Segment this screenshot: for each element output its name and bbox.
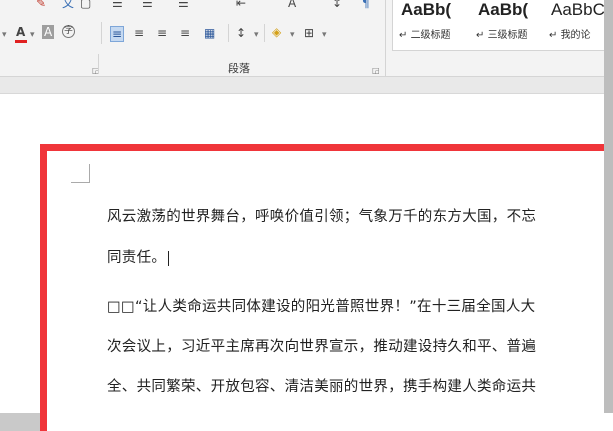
align-left-icon[interactable]: ≡ [110,26,125,42]
divider [264,24,265,42]
bullets-icon[interactable]: ☰ [112,0,123,10]
style-name: ↵ 二级标题 [399,30,451,41]
font-color-icon[interactable]: A [16,25,25,39]
ribbon: ✎ 文 ▢ ☰ ☰ ☰ ⇤ A ↕ ¶ ▾ A ▾ A 字 ≡ ≡ ≡ ≡ ▦ … [0,0,605,77]
style-name: ↵ 我的论 [549,30,591,41]
document-canvas[interactable]: 风云激荡的世界舞台，呼唤价值引领；气象万千的东方大国，不忘 同责任。 □□“让人… [0,94,613,431]
decrease-indent-icon[interactable]: ⇤ [236,0,246,10]
border-char-icon[interactable]: ▢ [80,0,91,10]
ruler [0,77,604,94]
show-marks-icon[interactable]: ¶ [362,0,370,10]
text-cursor [168,250,170,266]
document-line[interactable]: 次会议上，习近平主席再次向世界宣示，推动建设持久和平、普遍 [107,335,536,356]
margin-corner-mark [71,164,90,183]
chevron-down-icon[interactable]: ▾ [322,28,327,42]
styles-gallery: AaBb( ↵ 二级标题 AaBb( ↵ 三级标题 AaBbC ↵ 我的论 [392,0,605,51]
pinyin-guide-icon[interactable]: 文 [62,0,74,10]
style-preview: AaBb( [401,0,452,19]
style-item-my-thesis[interactable]: AaBbC ↵ 我的论 [543,0,605,50]
document-line[interactable]: 风云激荡的世界舞台，呼唤价值引领；气象万千的东方大国，不忘 [107,205,536,226]
sort-icon[interactable]: ↕ [332,0,342,10]
style-preview: AaBbC [551,0,605,19]
style-name: ↵ 三级标题 [476,30,528,41]
chevron-down-icon[interactable]: ▾ [290,28,295,42]
divider [228,24,229,42]
align-right-icon[interactable]: ≡ [157,26,167,40]
enclose-char-icon[interactable]: 字 [62,25,75,38]
document-line[interactable]: 全、共同繁荣、开放包容、清洁美丽的世界，携手构建人类命运共 [107,375,536,396]
vertical-scrollbar[interactable] [604,0,613,413]
chevron-down-icon[interactable]: ▾ [30,28,35,42]
borders-icon[interactable]: ⊞ [304,26,314,40]
paragraph-group-label: 段落 [228,62,250,75]
ribbon-home-tab: ✎ 文 ▢ ☰ ☰ ☰ ⇤ A ↕ ¶ ▾ A ▾ A 字 ≡ ≡ ≡ ≡ ▦ … [0,0,605,76]
multilevel-list-icon[interactable]: ☰ [178,0,189,10]
divider [385,0,386,76]
document-line[interactable]: 同责任。 [107,246,170,267]
distributed-icon[interactable]: ▦ [204,26,215,40]
style-item-heading2[interactable]: AaBb( ↵ 二级标题 [393,0,463,50]
divider [98,54,99,74]
paragraph-dialog-launcher-icon[interactable]: ◲ [372,66,380,75]
shading-bucket-icon[interactable]: ◈ [272,25,281,39]
eraser-icon[interactable]: ✎ [36,0,46,10]
chinese-layout-icon[interactable]: A [288,0,296,10]
font-color-swatch [15,40,27,43]
style-preview: AaBb( [478,0,529,19]
chevron-down-icon[interactable]: ▾ [254,28,259,42]
justify-icon[interactable]: ≡ [180,26,190,40]
chevron-down-icon[interactable]: ▾ [2,28,7,42]
char-shading-icon[interactable]: A [42,25,55,39]
align-center-icon[interactable]: ≡ [134,26,144,40]
style-item-heading3[interactable]: AaBb( ↵ 三级标题 [468,0,538,50]
line-spacing-icon[interactable]: ↕ [236,26,246,40]
numbering-icon[interactable]: ☰ [142,0,153,10]
divider [101,22,102,44]
document-line[interactable]: □□“让人类命运共同体建设的阳光普照世界！”在十三届全国人大 [107,295,535,316]
